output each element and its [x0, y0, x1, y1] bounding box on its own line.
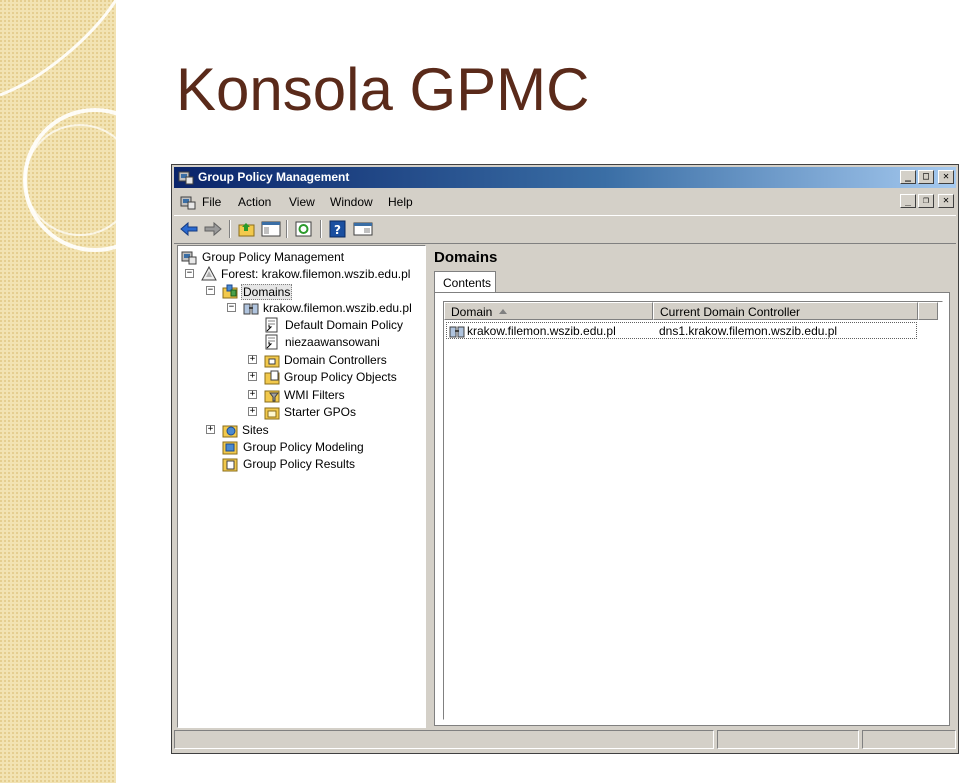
cell-domain: krakow.filemon.wszib.edu.pl — [467, 324, 616, 338]
tree-item-label: krakow.filemon.wszib.edu.pl — [263, 301, 412, 315]
gpo-folder-icon — [264, 370, 280, 385]
toolbar-separator — [229, 220, 231, 238]
gpmc-window: Group Policy Management _ □ ✕ File Actio… — [171, 164, 959, 754]
gpm-app-icon — [178, 171, 194, 185]
details-heading: Domains — [434, 249, 498, 266]
column-label: Domain — [451, 305, 493, 319]
tree-item-label: Default Domain Policy — [285, 318, 404, 332]
details-pane: Domains Contents Domain Current Domain C… — [431, 245, 952, 728]
status-panel-3 — [862, 730, 956, 749]
tree-item-label: Group Policy Objects — [284, 370, 397, 384]
mdi-restore-button[interactable]: ❐ — [918, 194, 934, 208]
domains-list: Domain Current Domain Controller krakow.… — [443, 301, 943, 720]
domain-icon — [449, 326, 465, 338]
column-header-domain[interactable]: Domain — [444, 302, 653, 320]
menu-file[interactable]: File — [202, 195, 221, 209]
expand-toggle[interactable]: + — [248, 355, 257, 364]
ou-folder-icon — [264, 355, 280, 368]
toolbar-separator — [286, 220, 288, 238]
tree-item-label: Group Policy Modeling — [243, 440, 364, 454]
mdi-minimize-button[interactable]: _ — [900, 194, 916, 208]
table-row[interactable]: krakow.filemon.wszib.edu.pl dns1.krakow.… — [446, 322, 917, 339]
menu-view[interactable]: View — [289, 195, 315, 209]
mdi-close-button[interactable]: ✕ — [938, 194, 954, 208]
show-hide-tree-icon[interactable] — [260, 219, 282, 239]
expand-toggle[interactable]: + — [248, 390, 257, 399]
window-title: Group Policy Management — [198, 170, 350, 184]
domain-icon — [243, 303, 259, 315]
console-tree: Group Policy Management − Forest: krakow… — [177, 245, 426, 728]
collapse-toggle[interactable]: − — [227, 303, 236, 312]
gpo-link-icon — [265, 317, 278, 333]
tree-item-label: Domains — [241, 284, 293, 300]
starter-folder-icon — [264, 407, 280, 420]
svg-text:?: ? — [334, 223, 341, 237]
expand-toggle[interactable]: + — [248, 407, 257, 416]
forest-icon — [201, 266, 217, 281]
tree-item-label: niezaawansowani — [285, 335, 380, 349]
cell-controller: dns1.krakow.filemon.wszib.edu.pl — [659, 324, 838, 338]
menu-help[interactable]: Help — [388, 195, 413, 209]
collapse-toggle[interactable]: − — [206, 286, 215, 295]
column-header-filler — [918, 302, 938, 320]
status-panel-2 — [717, 730, 859, 749]
help-icon[interactable]: ? — [327, 219, 349, 239]
properties-icon[interactable] — [352, 219, 374, 239]
slide-title: Konsola GPMC — [176, 56, 590, 123]
menu-window[interactable]: Window — [330, 195, 373, 209]
close-button[interactable]: ✕ — [938, 170, 954, 184]
gpo-link-icon — [265, 334, 278, 350]
results-icon — [222, 458, 238, 472]
expand-toggle[interactable]: + — [248, 372, 257, 381]
expand-toggle[interactable]: + — [206, 425, 215, 434]
toolbar-separator — [320, 220, 322, 238]
collapse-toggle[interactable]: − — [185, 269, 194, 278]
menu-action[interactable]: Action — [238, 195, 271, 209]
toolbar: ? — [174, 215, 956, 244]
sites-icon — [222, 425, 238, 438]
tree-item-label: Group Policy Management — [202, 250, 345, 264]
modeling-icon — [222, 441, 238, 455]
back-icon[interactable] — [178, 219, 200, 239]
status-bar — [174, 730, 956, 750]
gpm-console-icon — [181, 251, 197, 265]
domains-icon — [222, 284, 238, 299]
up-folder-icon[interactable] — [236, 219, 258, 239]
tree-item-label: Group Policy Results — [243, 457, 356, 471]
tree-item-label: Domain Controllers — [284, 353, 387, 367]
refresh-icon[interactable] — [293, 219, 315, 239]
tree-item-label: Forest: krakow.filemon.wszib.edu.pl — [221, 267, 411, 281]
sort-ascending-icon — [499, 309, 507, 314]
wmi-folder-icon — [264, 390, 280, 403]
forward-icon[interactable] — [202, 219, 224, 239]
tree-item-label: Sites — [242, 423, 269, 437]
maximize-button[interactable]: □ — [918, 170, 934, 184]
minimize-button[interactable]: _ — [900, 170, 916, 184]
column-label: Current Domain Controller — [660, 305, 801, 319]
title-bar[interactable]: Group Policy Management _ □ ✕ — [174, 167, 956, 188]
document-menu-icon[interactable] — [180, 194, 196, 210]
status-panel-main — [174, 730, 714, 749]
tree-item-label: WMI Filters — [284, 388, 345, 402]
tab-contents[interactable]: Contents — [434, 271, 496, 293]
tree-item-label: Starter GPOs — [284, 405, 357, 419]
menu-bar: File Action View Window Help _ ❐ ✕ — [174, 191, 956, 213]
column-header-controller[interactable]: Current Domain Controller — [653, 302, 918, 320]
slide-background-strip — [0, 0, 116, 783]
